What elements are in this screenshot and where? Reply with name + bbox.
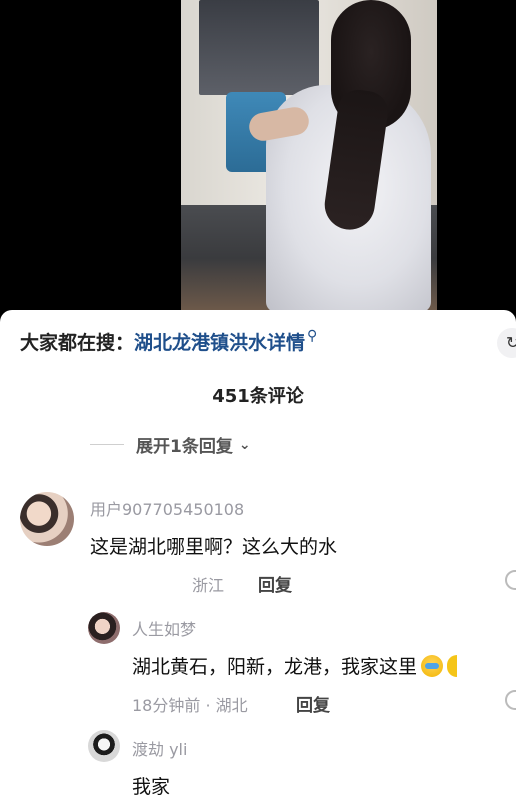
- emoji-icon: [447, 655, 458, 677]
- avatar[interactable]: [20, 492, 74, 546]
- reply-username[interactable]: 人生如梦: [132, 616, 196, 640]
- comment-sheet: 大家都在搜：湖北龙港镇洪水详情 ⚲ ↻ 451条评论 展开1条回复 ⌄ 用户907…: [0, 310, 516, 800]
- trending-search-row[interactable]: 大家都在搜：湖北龙港镇洪水详情 ⚲: [20, 328, 317, 355]
- comment-count: 451条评论: [212, 386, 304, 407]
- share-icon[interactable]: ↻: [497, 328, 516, 358]
- reply-text: 我家: [132, 776, 171, 798]
- expand-replies-button[interactable]: 展开1条回复 ⌄: [90, 432, 251, 457]
- avatar[interactable]: [88, 730, 120, 762]
- video-frame: [181, 0, 437, 312]
- comment-text: 这是湖北哪里啊？这么大的水: [90, 536, 338, 558]
- video-player[interactable]: [0, 0, 516, 312]
- expand-replies-label: 展开1条回复: [136, 437, 233, 457]
- search-icon: ⚲: [307, 328, 318, 344]
- reply-text-content: 湖北黄石，阳新，龙港，我家这里: [132, 656, 418, 678]
- trending-search-prefix: 大家都在搜：: [20, 332, 135, 354]
- reply-username[interactable]: 渡劫 yli: [132, 736, 187, 760]
- like-icon[interactable]: [505, 570, 516, 590]
- reply-meta: 18分钟前 · 湖北: [132, 696, 248, 715]
- crying-emoji-icon: [421, 655, 444, 677]
- trending-search-link[interactable]: 湖北龙港镇洪水详情: [134, 332, 305, 354]
- divider-line: [90, 444, 124, 445]
- reply-button[interactable]: 回复: [258, 571, 292, 596]
- comment-username[interactable]: 用户907705450108: [90, 496, 244, 520]
- like-icon[interactable]: [505, 690, 516, 710]
- avatar[interactable]: [88, 612, 120, 644]
- reply-text: 湖北黄石，阳新，龙港，我家这里: [132, 652, 458, 679]
- chevron-down-icon: ⌄: [238, 436, 251, 453]
- comment-location: 浙江: [192, 576, 225, 595]
- reply-button[interactable]: 回复: [296, 691, 330, 716]
